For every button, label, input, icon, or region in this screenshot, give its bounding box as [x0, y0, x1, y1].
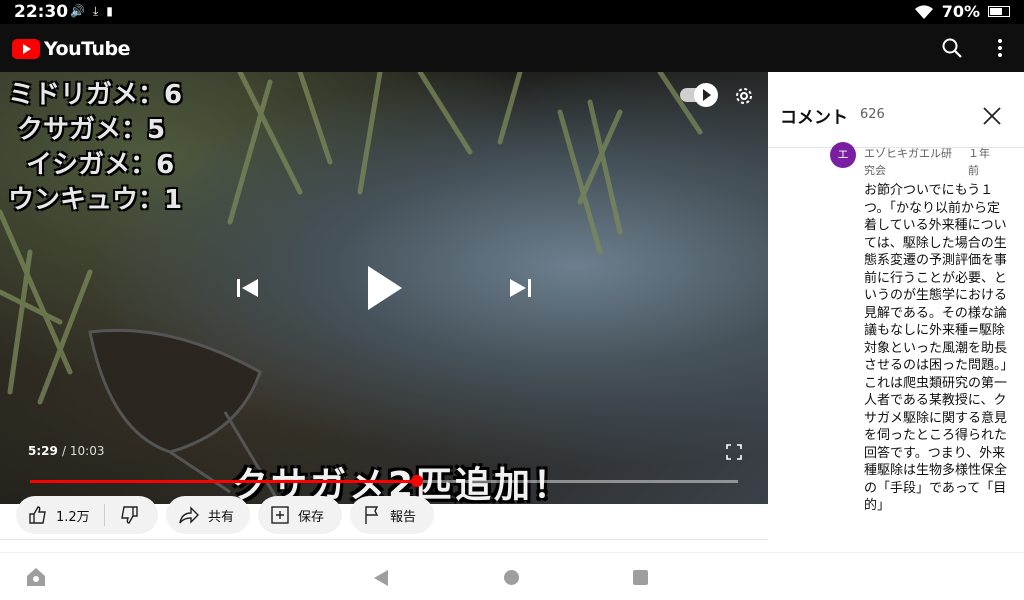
home-assistant-icon[interactable] [24, 565, 48, 589]
flag-icon [365, 506, 379, 524]
settings-gear-icon[interactable] [732, 84, 756, 108]
comments-panel: コメント 626 エ エゾヒキガエル研究会 １年前 お節介ついでにもう１つ。「か… [768, 72, 1024, 552]
progress-bar[interactable] [30, 475, 738, 487]
share-button[interactable]: 共有 [166, 496, 250, 534]
status-icons: 🔊⤓▮ [70, 4, 121, 19]
like-dislike-chip: 1.2万 [16, 496, 158, 534]
scrubber-handle[interactable] [410, 475, 423, 487]
save-button[interactable]: 保存 [258, 496, 342, 534]
section-divider [0, 539, 768, 540]
battery-percent: 70% [941, 2, 980, 21]
status-right: 70% [914, 2, 1010, 21]
download-done-icon: ⤓ [92, 4, 107, 18]
play-icon[interactable] [364, 264, 404, 312]
autoplay-play-icon [694, 83, 718, 107]
search-icon[interactable] [940, 36, 964, 60]
volume-icon: 🔊 [70, 4, 93, 18]
status-bar: 22:30 🔊⤓▮ 70% [0, 0, 1024, 24]
comment-text: お節介ついでにもう１つ。「かなり以前から定着している外来種については、駆除した場… [864, 183, 1008, 513]
progress-played [30, 480, 417, 483]
back-icon[interactable] [374, 570, 388, 586]
previous-icon[interactable] [234, 276, 260, 300]
comments-count: 626 [860, 107, 885, 122]
app-bar: YouTube [0, 24, 1024, 72]
duration: / 10:03 [62, 444, 105, 458]
like-count[interactable]: 1.2万 [56, 506, 90, 525]
sd-card-icon: ▮ [106, 4, 121, 18]
fullscreen-icon[interactable] [726, 444, 742, 460]
status-time: 22:30 [14, 2, 69, 22]
comment-author[interactable]: エゾヒキガエル研究会 [864, 145, 962, 179]
youtube-logo[interactable]: YouTube [12, 38, 130, 60]
add-to-playlist-icon [271, 506, 289, 524]
next-icon[interactable] [508, 276, 534, 300]
overlay-line: クサガメ：5 [8, 115, 166, 145]
current-time: 5:29 [28, 444, 58, 458]
youtube-play-icon [12, 39, 40, 59]
video-overlay-counts: ミドリガメ：6 クサガメ：5 イシガメ：6 ウンキュウ：1 [8, 78, 182, 218]
recents-icon[interactable] [633, 570, 648, 585]
comment-time: １年前 [968, 147, 990, 177]
home-icon[interactable] [504, 570, 519, 585]
autoplay-toggle[interactable] [680, 83, 718, 107]
more-vert-icon[interactable] [988, 36, 1012, 60]
battery-icon [988, 6, 1010, 17]
wifi-icon [914, 4, 933, 19]
comments-title: コメント [780, 108, 848, 128]
time-display: 5:29 / 10:03 [28, 444, 105, 458]
share-icon [179, 506, 199, 524]
comments-header: コメント 626 [768, 72, 1024, 148]
thumbs-down-icon[interactable] [119, 505, 139, 525]
action-row: 1.2万 共有 保存 報告 [0, 496, 768, 540]
avatar[interactable]: エ [830, 142, 856, 168]
report-label: 報告 [390, 509, 417, 525]
overlay-line: イシガメ：6 [8, 150, 175, 180]
overlay-line: ミドリガメ：6 [8, 80, 183, 110]
brand-name: YouTube [44, 38, 130, 60]
report-button[interactable]: 報告 [350, 496, 434, 534]
save-label: 保存 [298, 509, 325, 525]
close-icon[interactable] [980, 104, 1004, 128]
share-label: 共有 [208, 509, 235, 525]
system-nav-bar [0, 552, 1024, 600]
chip-separator [103, 504, 105, 526]
overlay-line: ウンキュウ：1 [8, 185, 183, 215]
thumbs-up-icon[interactable] [28, 505, 48, 525]
